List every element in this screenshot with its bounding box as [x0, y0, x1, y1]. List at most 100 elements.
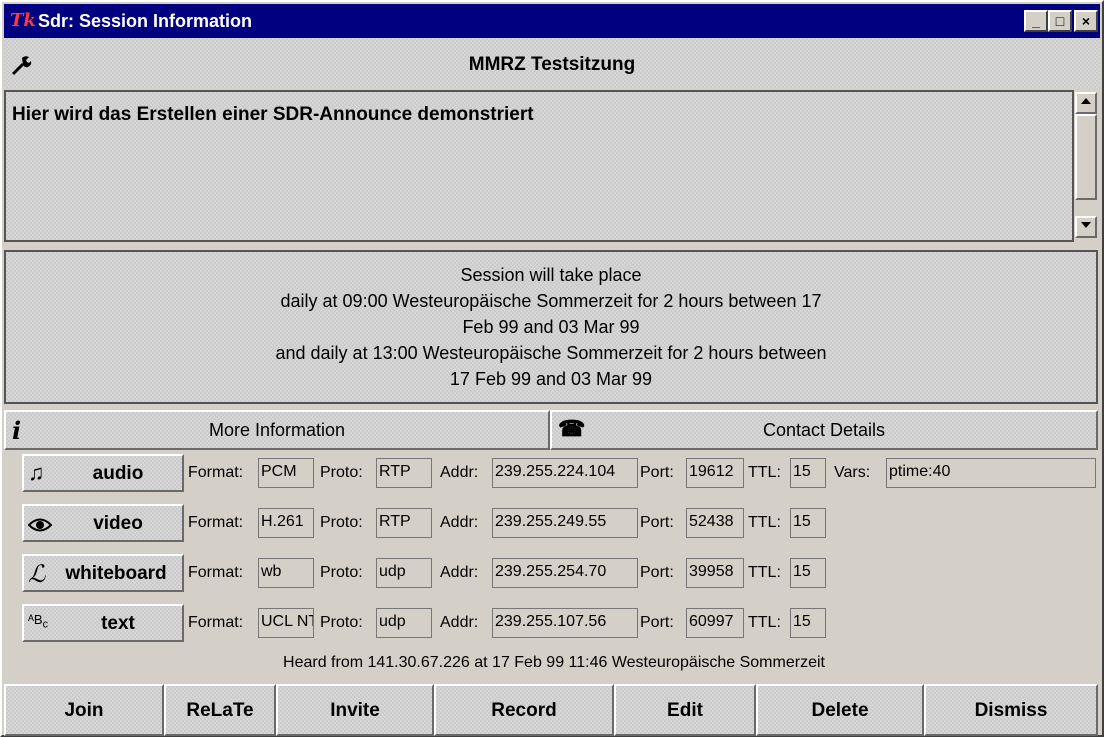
invite-button[interactable]: Invite: [276, 684, 434, 736]
audio-button[interactable]: ♫ audio: [22, 454, 184, 492]
ttl-label: TTL:: [748, 514, 781, 531]
addr-label: Addr:: [440, 614, 479, 631]
schedule-line: Session will take place: [460, 265, 642, 285]
format-field[interactable]: UCL NT: [258, 608, 314, 638]
video-button[interactable]: video: [22, 504, 184, 542]
addr-label: Addr:: [440, 464, 479, 481]
addr-field[interactable]: 239.255.254.70: [492, 558, 638, 588]
minimize-icon: _: [1032, 13, 1040, 29]
arrow-up-icon: [1081, 98, 1091, 104]
format-field[interactable]: wb: [258, 558, 314, 588]
proto-label: Proto:: [320, 464, 363, 481]
ttl-label: TTL:: [748, 614, 781, 631]
media-name: whiteboard: [65, 563, 167, 584]
media-row-audio: ♫ audio Format: PCM Proto: RTP Addr: 239…: [22, 454, 1102, 494]
proto-label: Proto:: [320, 514, 363, 531]
ttl-field[interactable]: 15: [790, 458, 826, 488]
port-field[interactable]: 60997: [686, 608, 744, 638]
port-label: Port:: [640, 614, 674, 631]
addr-field[interactable]: 239.255.224.104: [492, 458, 638, 488]
invite-label: Invite: [330, 700, 380, 721]
proto-label: Proto:: [320, 564, 363, 581]
contact-details-button[interactable]: ☎ Contact Details: [550, 410, 1098, 450]
format-label: Format:: [188, 614, 244, 631]
media-row-text: ᴬBc text Format: UCL NT Proto: udp Addr:…: [22, 604, 1102, 644]
ttl-label: TTL:: [748, 464, 781, 481]
more-information-button[interactable]: i More Information: [4, 410, 550, 450]
port-field[interactable]: 52438: [686, 508, 744, 538]
proto-field[interactable]: udp: [376, 608, 432, 638]
schedule-line: and daily at 13:00 Westeuropäische Somme…: [275, 343, 827, 363]
media-name: audio: [92, 463, 144, 484]
ttl-field[interactable]: 15: [790, 508, 826, 538]
ttl-label: TTL:: [748, 564, 781, 581]
action-bar: Join ReLaTe Invite Record Edit Delete Di…: [4, 684, 1098, 736]
addr-label: Addr:: [440, 564, 479, 581]
schedule-line: 17 Feb 99 and 03 Mar 99: [449, 369, 653, 389]
minimize-button[interactable]: _: [1024, 10, 1048, 32]
session-info-window: Tk Sdr: Session Information _ □ × MMRZ T…: [0, 0, 1104, 737]
contact-details-label: Contact Details: [762, 420, 886, 440]
heard-from-status: Heard from 141.30.67.226 at 17 Feb 99 11…: [283, 654, 825, 671]
schedule-panel: Session will take place daily at 09:00 W…: [4, 250, 1098, 404]
media-name: text: [101, 613, 135, 634]
proto-field[interactable]: RTP: [376, 458, 432, 488]
description-area[interactable]: Hier wird das Erstellen einer SDR-Announ…: [4, 90, 1074, 242]
port-label: Port:: [640, 514, 674, 531]
format-label: Format:: [188, 464, 244, 481]
dismiss-label: Dismiss: [974, 700, 1048, 721]
session-name: MMRZ Testsitzung: [468, 54, 636, 75]
addr-label: Addr:: [440, 514, 479, 531]
format-label: Format:: [188, 514, 244, 531]
ttl-field[interactable]: 15: [790, 608, 826, 638]
edit-button[interactable]: Edit: [614, 684, 756, 736]
vars-field[interactable]: ptime:40: [886, 458, 1096, 488]
port-field[interactable]: 39958: [686, 558, 744, 588]
delete-button[interactable]: Delete: [756, 684, 924, 736]
media-row-video: video Format: H.261 Proto: RTP Addr: 239…: [22, 504, 1102, 544]
scroll-up-button[interactable]: [1075, 92, 1097, 114]
whiteboard-button[interactable]: ℒ whiteboard: [22, 554, 184, 592]
proto-field[interactable]: udp: [376, 558, 432, 588]
eye-icon: [28, 518, 52, 532]
relate-label: ReLaTe: [186, 700, 254, 721]
dismiss-button[interactable]: Dismiss: [924, 684, 1098, 736]
vars-label: Vars:: [834, 464, 871, 481]
maximize-icon: □: [1055, 13, 1065, 29]
port-label: Port:: [640, 564, 674, 581]
format-field[interactable]: H.261: [258, 508, 314, 538]
close-icon: ×: [1081, 13, 1091, 29]
record-button[interactable]: Record: [434, 684, 614, 736]
more-information-label: More Information: [208, 420, 346, 440]
media-name: video: [93, 513, 143, 534]
relate-button[interactable]: ReLaTe: [164, 684, 276, 736]
arrow-down-icon: [1081, 222, 1091, 228]
scroll-down-button[interactable]: [1075, 216, 1097, 238]
window-title: Sdr: Session Information: [38, 11, 253, 31]
tk-logo-icon: Tk: [10, 10, 36, 31]
title-bar: Tk Sdr: Session Information _ □ ×: [4, 4, 1100, 38]
join-button[interactable]: Join: [4, 684, 164, 736]
join-label: Join: [64, 700, 104, 721]
description-scrollbar[interactable]: [1074, 90, 1100, 242]
format-field[interactable]: PCM: [258, 458, 314, 488]
ttl-field[interactable]: 15: [790, 558, 826, 588]
proto-label: Proto:: [320, 614, 363, 631]
port-label: Port:: [640, 464, 674, 481]
description-text: Hier wird das Erstellen einer SDR-Announ…: [12, 104, 534, 125]
music-note-icon: ♫: [28, 460, 45, 485]
addr-field[interactable]: 239.255.107.56: [492, 608, 638, 638]
port-field[interactable]: 19612: [686, 458, 744, 488]
schedule-line: daily at 09:00 Westeuropäische Sommerzei…: [280, 291, 822, 311]
proto-field[interactable]: RTP: [376, 508, 432, 538]
scroll-thumb[interactable]: [1075, 114, 1097, 200]
text-button[interactable]: ᴬBc text: [22, 604, 184, 642]
delete-label: Delete: [811, 700, 869, 721]
info-bar: i More Information ☎ Contact Details: [4, 410, 1098, 450]
maximize-button[interactable]: □: [1048, 10, 1072, 32]
abc-icon: ᴬBc: [28, 612, 48, 631]
addr-field[interactable]: 239.255.249.55: [492, 508, 638, 538]
format-label: Format:: [188, 564, 244, 581]
close-button[interactable]: ×: [1074, 10, 1098, 32]
schedule-line: Feb 99 and 03 Mar 99: [462, 317, 640, 337]
